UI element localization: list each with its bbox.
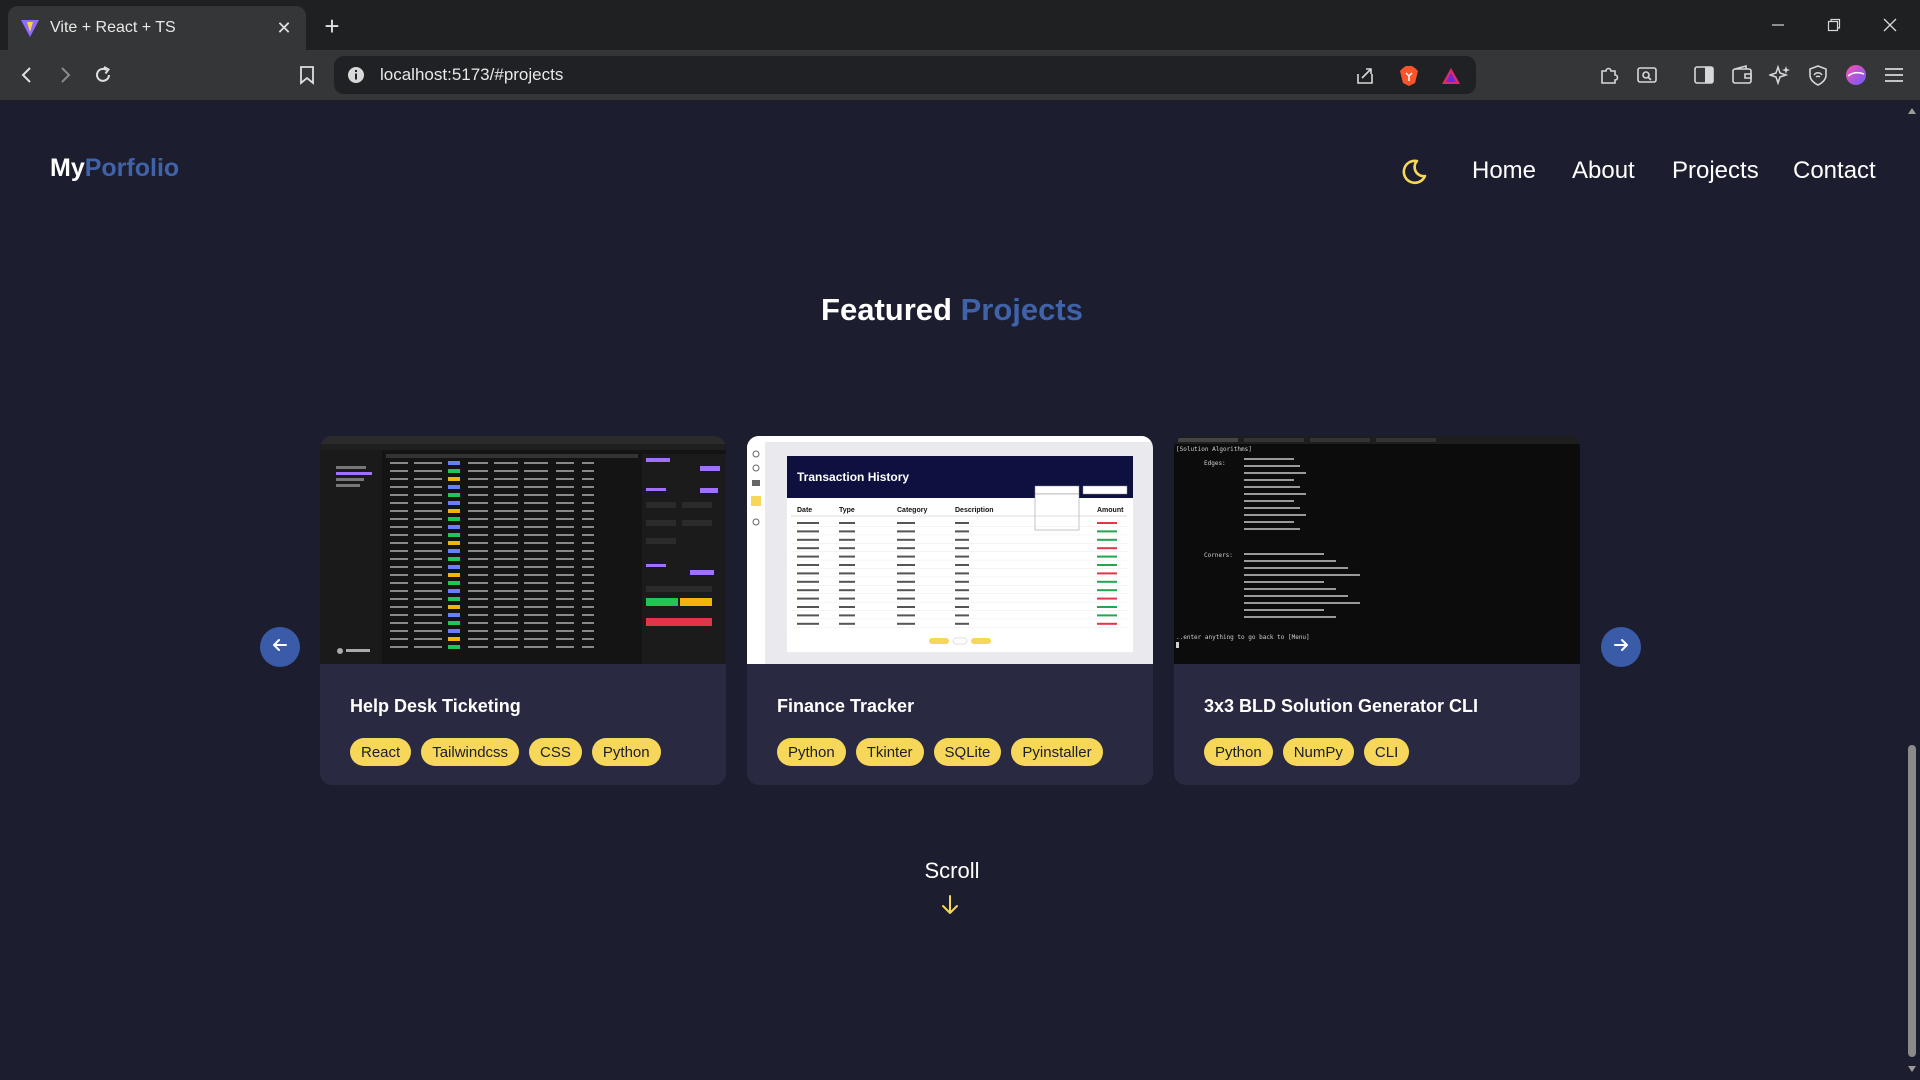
project-thumbnail-finance-tracker[interactable]: Transaction History Date Type Category D…	[747, 436, 1153, 664]
tech-tag: CLI	[1363, 738, 1410, 766]
section-title: Featured Projects	[0, 292, 1904, 328]
project-title: 3x3 BLD Solution Generator CLI	[1204, 696, 1479, 716]
vite-favicon-icon	[20, 18, 40, 38]
project-thumbnail-bld-cli[interactable]: [Solution Algorithms] Edges: Corners: ..…	[1174, 436, 1580, 664]
leo-ai-icon[interactable]	[1765, 60, 1795, 90]
project-card-finance-tracker[interactable]: Transaction History Date Type Category D…	[747, 436, 1153, 785]
address-bar[interactable]: localhost:5173/#projects	[334, 56, 1476, 94]
scroll-down-icon[interactable]	[1908, 1066, 1916, 1072]
wallet-icon[interactable]	[1727, 60, 1757, 90]
browser-tab[interactable]: Vite + React + TS ✕	[8, 6, 306, 50]
sidebar-icon[interactable]	[1689, 60, 1719, 90]
site-logo[interactable]: MyPorfolio	[50, 154, 179, 183]
project-title: Help Desk Ticketing	[350, 696, 521, 716]
tech-tag: Python	[591, 738, 661, 766]
tech-tag: React	[350, 738, 412, 766]
terminal-cursor	[1176, 642, 1179, 648]
brave-shields-icon[interactable]	[1398, 65, 1420, 87]
nav-link-about[interactable]: About	[1572, 157, 1635, 185]
finance-col: Type	[839, 507, 855, 514]
tech-tags: React Tailwindcss CSS Python	[350, 738, 661, 766]
carousel-prev-button[interactable]	[260, 627, 300, 667]
finance-thumb-heading: Transaction History	[797, 470, 910, 484]
logo-part-1: My	[50, 154, 85, 182]
project-card-bld-cli[interactable]: [Solution Algorithms] Edges: Corners: ..…	[1174, 436, 1580, 785]
browser-tab-bar: Vite + React + TS ✕ +	[0, 0, 1920, 50]
tech-tags: Python NumPy CLI	[1204, 738, 1410, 766]
arrow-right-icon	[1611, 635, 1631, 660]
nav-link-projects[interactable]: Projects	[1672, 157, 1759, 185]
forward-icon[interactable]	[50, 60, 80, 90]
section-title-part-1: Featured	[821, 292, 952, 327]
screenshot-icon[interactable]	[1632, 60, 1662, 90]
tech-tag: Pyinstaller	[1011, 738, 1103, 766]
profile-avatar-icon[interactable]	[1841, 60, 1871, 90]
project-card-help-desk[interactable]: Help Desk Ticketing React Tailwindcss CS…	[320, 436, 726, 785]
restore-icon[interactable]	[1806, 0, 1862, 50]
back-icon[interactable]	[12, 60, 42, 90]
scroll-up-icon[interactable]	[1908, 108, 1916, 114]
nav-item-home[interactable]: Home	[1472, 157, 1536, 185]
extensions-icon[interactable]	[1594, 60, 1624, 90]
browser-toolbar: localhost:5173/#projects	[0, 50, 1920, 100]
site-info-icon[interactable]	[346, 65, 366, 85]
reload-icon[interactable]	[88, 60, 118, 90]
tech-tag: Tkinter	[855, 738, 924, 766]
vpn-icon[interactable]	[1803, 60, 1833, 90]
logo-part-2: Porfolio	[84, 154, 180, 182]
tech-tag: Python	[777, 738, 846, 766]
arrow-down-icon[interactable]	[937, 892, 963, 918]
tech-tag: SQLite	[933, 738, 1002, 766]
moon-icon[interactable]	[1397, 156, 1429, 188]
menu-icon[interactable]	[1879, 60, 1909, 90]
terminal-prompt: ..enter anything to go back to [Menu]	[1176, 634, 1310, 641]
nav-link-home[interactable]: Home	[1472, 157, 1536, 185]
nav-item-about[interactable]: About	[1572, 157, 1635, 185]
tech-tag: Tailwindcss	[421, 738, 520, 766]
page-scrollbar[interactable]	[1904, 100, 1920, 1080]
project-title: Finance Tracker	[777, 696, 915, 716]
scrollbar-thumb[interactable]	[1908, 745, 1916, 1057]
bookmark-icon[interactable]	[292, 60, 322, 90]
close-tab-icon[interactable]: ✕	[274, 18, 294, 38]
finance-col: Amount	[1097, 507, 1124, 514]
nav-link-contact[interactable]: Contact	[1793, 157, 1876, 185]
nav-item-projects[interactable]: Projects	[1672, 157, 1759, 185]
tech-tag: CSS	[529, 738, 582, 766]
section-title-part-2: Projects	[960, 292, 1083, 327]
close-window-icon[interactable]	[1862, 0, 1918, 50]
tech-tag: Python	[1204, 738, 1273, 766]
tech-tag: NumPy	[1282, 738, 1354, 766]
scroll-hint[interactable]: Scroll	[0, 858, 1904, 884]
brave-rewards-icon[interactable]	[1440, 65, 1462, 87]
nav-item-contact[interactable]: Contact	[1793, 157, 1876, 185]
arrow-left-icon	[270, 635, 290, 660]
tab-title: Vite + React + TS	[50, 19, 176, 36]
share-icon[interactable]	[1354, 65, 1376, 87]
finance-col: Description	[955, 507, 994, 514]
url-text[interactable]: localhost:5173/#projects	[380, 65, 1476, 85]
finance-col: Category	[897, 507, 928, 514]
new-tab-icon[interactable]: +	[318, 12, 346, 40]
tech-tags: Python Tkinter SQLite Pyinstaller	[777, 738, 1103, 766]
finance-col: Date	[797, 507, 813, 514]
page-content: MyPorfolio Home About Projects Contact F…	[0, 100, 1904, 1080]
project-thumbnail-help-desk[interactable]	[320, 436, 726, 664]
carousel-next-button[interactable]	[1601, 627, 1641, 667]
minimize-icon[interactable]	[1750, 0, 1806, 50]
